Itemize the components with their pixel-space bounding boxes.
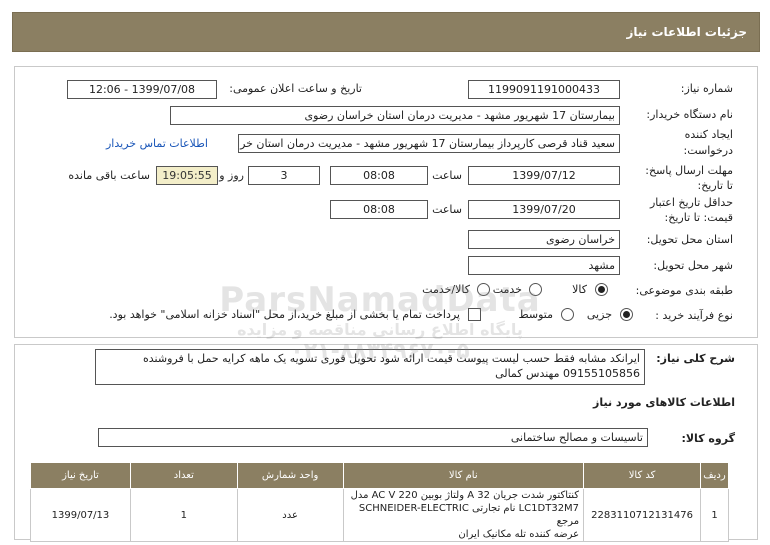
process-label: نوع فرآیند خرید : bbox=[655, 309, 733, 322]
category-service-label: خدمت bbox=[492, 283, 522, 296]
creator-label: ایجاد کننده bbox=[684, 128, 733, 141]
buyer-label: نام دستگاه خریدار: bbox=[646, 108, 733, 121]
table-header-row: ردیف کد کالا نام کالا واحد شمارش تعداد ت… bbox=[30, 462, 729, 489]
deadline-label: مهلت ارسال پاسخ: bbox=[645, 164, 733, 177]
process-minor-radio[interactable] bbox=[620, 308, 633, 321]
category-goods-label: کالا bbox=[572, 283, 587, 296]
process-medium-label: متوسط bbox=[518, 308, 553, 321]
category-both-label: کالا/خدمت bbox=[422, 283, 470, 296]
city-label: شهر محل تحویل: bbox=[653, 259, 733, 272]
col-qty-header: تعداد bbox=[129, 462, 238, 489]
treasury-payment-note: پرداخت تمام یا بخشی از مبلغ خرید،از محل … bbox=[109, 308, 460, 321]
cell-unit: عدد bbox=[236, 488, 344, 542]
validity-time-label: ساعت bbox=[432, 203, 462, 216]
contact-buyer-link[interactable]: اطلاعات تماس خریدار bbox=[106, 137, 208, 150]
items-table: ردیف کد کالا نام کالا واحد شمارش تعداد ت… bbox=[30, 462, 729, 542]
cell-row: 1 bbox=[700, 488, 729, 542]
category-label: طبقه بندی موضوعی: bbox=[635, 284, 733, 297]
city-field[interactable]: مشهد bbox=[468, 256, 620, 275]
days-label: روز و bbox=[219, 169, 244, 182]
col-name-header: نام کالا bbox=[342, 462, 585, 489]
need-number-label: شماره نیاز: bbox=[680, 82, 733, 95]
remaining-time-field: 19:05:55 bbox=[156, 166, 218, 185]
page-header: جزئیات اطلاعات نیاز bbox=[12, 12, 760, 52]
deadline-date-field[interactable]: 1399/07/12 bbox=[468, 166, 620, 185]
goods-group-field[interactable]: تاسیسات و مصالح ساختمانی bbox=[98, 428, 648, 447]
description-label: شرح کلی نیاز: bbox=[656, 352, 735, 365]
province-label: استان محل تحویل: bbox=[646, 233, 733, 246]
deadline-label-2: تا تاریخ: bbox=[697, 179, 733, 192]
cell-name-line-1: کنتاکتور شدت جریان A 32 ولتاژ بوبین AC V… bbox=[350, 490, 580, 501]
validity-label-2: قیمت: تا تاریخ: bbox=[664, 211, 733, 224]
process-minor-label: جزیی bbox=[586, 308, 612, 321]
buyer-field[interactable]: بیمارستان 17 شهریور مشهد - مدیریت درمان … bbox=[170, 106, 620, 125]
cell-qty: 1 bbox=[129, 488, 238, 542]
deadline-time-label: ساعت bbox=[432, 169, 462, 182]
col-unit-header: واحد شمارش bbox=[236, 462, 344, 489]
remaining-label: ساعت باقی مانده bbox=[68, 169, 150, 182]
table-row[interactable]: 1 2283110712131476 کنتاکتور شدت جریان A … bbox=[30, 488, 729, 542]
province-field[interactable]: خراسان رضوی bbox=[468, 230, 620, 249]
col-row-header: ردیف bbox=[700, 462, 729, 489]
deadline-time-field[interactable]: 08:08 bbox=[330, 166, 428, 185]
col-date-header: تاریخ نیاز bbox=[30, 462, 131, 489]
creator-field[interactable]: سعید قناد قرصی کارپرداز بیمارستان 17 شهر… bbox=[238, 134, 620, 153]
announce-label: تاریخ و ساعت اعلان عمومی: bbox=[229, 82, 362, 95]
cell-code: 2283110712131476 bbox=[583, 488, 702, 542]
days-field[interactable]: 3 bbox=[248, 166, 320, 185]
category-goods-radio[interactable] bbox=[595, 283, 608, 296]
treasury-payment-checkbox[interactable] bbox=[468, 308, 481, 321]
process-medium-radio[interactable] bbox=[561, 308, 574, 321]
cell-name-line-3: عرضه کننده تله مکانیک ایران bbox=[458, 529, 580, 540]
goods-group-label: گروه کالا: bbox=[681, 432, 735, 445]
validity-time-field[interactable]: 08:08 bbox=[330, 200, 428, 219]
creator-label-2: درخواست: bbox=[683, 144, 733, 157]
description-line-1: ایرانکد مشابه فقط حسب لیست پیوست قیمت ار… bbox=[143, 352, 640, 365]
col-code-header: کد کالا bbox=[583, 462, 702, 489]
cell-name-line-2: LC1DT32M7 نام تجارتی SCHNEIDER-ELECTRIC … bbox=[358, 503, 580, 527]
cell-name: کنتاکتور شدت جریان A 32 ولتاژ بوبین AC V… bbox=[342, 488, 585, 542]
need-number-field[interactable]: 1199091191000433 bbox=[468, 80, 620, 99]
validity-label: حداقل تاریخ اعتبار bbox=[649, 196, 733, 209]
goods-section-title: اطلاعات کالاهای مورد نیاز bbox=[593, 396, 735, 409]
validity-date-field[interactable]: 1399/07/20 bbox=[468, 200, 620, 219]
announce-field[interactable]: 1399/07/08 - 12:06 bbox=[67, 80, 217, 99]
page-title: جزئیات اطلاعات نیاز bbox=[626, 25, 747, 39]
category-service-radio[interactable] bbox=[529, 283, 542, 296]
description-field[interactable]: ایرانکد مشابه فقط حسب لیست پیوست قیمت ار… bbox=[95, 349, 645, 385]
description-line-2: 09155105856 مهندس کمالی bbox=[495, 367, 640, 380]
category-both-radio[interactable] bbox=[477, 283, 490, 296]
cell-date: 1399/07/13 bbox=[30, 488, 131, 542]
